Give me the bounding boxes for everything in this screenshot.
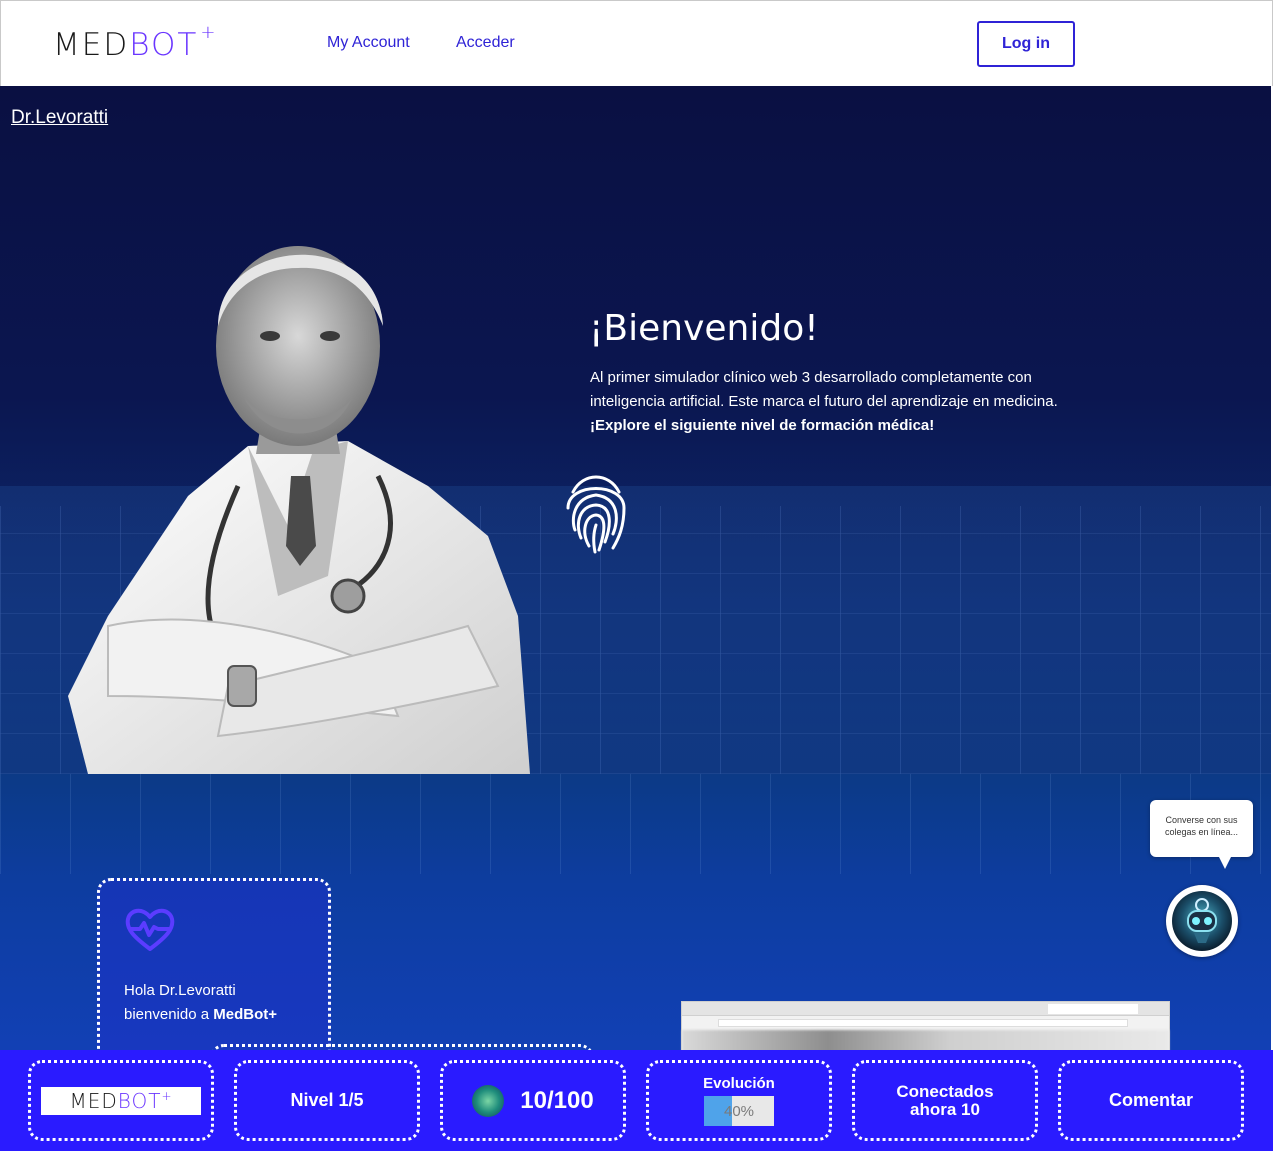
- hero-description-cta: ¡Explore el siguiente nivel de formación…: [590, 417, 935, 434]
- welcome-line-1: Hola Dr.Levoratti: [124, 982, 236, 999]
- bottom-status-bar: MED BOT + Nivel 1/5 10/100 Evolución 40% C…: [0, 1050, 1273, 1151]
- browser-tab: [1048, 1004, 1138, 1014]
- login-button[interactable]: Log in: [977, 21, 1075, 67]
- comment-label: Comentar: [1108, 1090, 1193, 1110]
- bottom-medbot-logo: MED BOT +: [41, 1086, 201, 1115]
- hero-description: Al primer simulador clínico web 3 desarr…: [590, 366, 1110, 438]
- connected-users-label: Conectados ahora 10: [896, 1081, 994, 1119]
- nav-my-account[interactable]: My Account: [327, 34, 410, 52]
- fingerprint-icon[interactable]: [563, 468, 629, 556]
- comment-button[interactable]: Comentar: [1058, 1060, 1244, 1141]
- welcome-message: Hola Dr.Levoratti bienvenido a MedBot+: [124, 979, 277, 1027]
- logo-text-med: MED: [53, 27, 130, 63]
- chat-bot-button[interactable]: [1166, 885, 1238, 957]
- level-label: Nivel 1/5: [290, 1090, 364, 1110]
- level-tile[interactable]: Nivel 1/5: [234, 1060, 420, 1141]
- hero-description-text: Al primer simulador clínico web 3 desarr…: [590, 369, 1058, 410]
- logo-text-bot: BOT: [129, 27, 199, 63]
- bottom-logo-tile[interactable]: MED BOT +: [28, 1060, 214, 1141]
- evolution-progress-bar: 40%: [704, 1096, 774, 1126]
- doctor-photo: [68, 246, 530, 774]
- top-navbar: MEDBOT + My Account Acceder Log in: [0, 0, 1273, 86]
- robot-avatar-icon: [1172, 891, 1232, 951]
- chat-tooltip: Converse con sus colegas en línea...: [1150, 800, 1253, 869]
- robot-face-icon: [1187, 898, 1217, 943]
- bottom-logo-med: MED: [69, 1088, 118, 1113]
- features-section: Hola Dr.Levoratti bienvenido a MedBot+: [0, 774, 1271, 1054]
- welcome-card: Hola Dr.Levoratti bienvenido a MedBot+: [97, 878, 331, 1054]
- hero-title: ¡Bienvenido!: [589, 308, 819, 349]
- score-value: 10/100: [520, 1086, 594, 1114]
- logo-plus: +: [200, 21, 218, 43]
- nav-acceder[interactable]: Acceder: [456, 34, 515, 52]
- bottom-logo-plus: +: [161, 1088, 173, 1103]
- welcome-brand: MedBot+: [213, 1006, 277, 1023]
- browser-preview-image: [681, 1001, 1170, 1054]
- welcome-line-2: bienvenido a: [124, 1006, 214, 1023]
- browser-tab-bar: [682, 1002, 1169, 1016]
- user-profile-link[interactable]: Dr.Levoratti: [11, 107, 108, 129]
- browser-address-bar: [682, 1016, 1169, 1030]
- evolution-label: Evolución: [703, 1075, 775, 1092]
- connected-users-tile[interactable]: Conectados ahora 10: [852, 1060, 1038, 1141]
- bottom-logo-bot: BOT: [117, 1088, 162, 1113]
- score-badge-icon: [472, 1084, 505, 1117]
- medbot-logo[interactable]: MEDBOT +: [53, 22, 217, 63]
- evolution-percent: 40%: [723, 1102, 755, 1120]
- features-background-grid: [0, 774, 1271, 874]
- evolution-widget: Evolución 40%: [703, 1075, 775, 1126]
- hero-section: Dr.Levoratti ¡Bienvenido! Al primer simu…: [0, 86, 1271, 774]
- heart-pulse-icon: [125, 908, 175, 951]
- evolution-tile[interactable]: Evolución 40%: [646, 1060, 832, 1141]
- score-tile[interactable]: 10/100: [440, 1060, 626, 1141]
- browser-url-field: [718, 1019, 1128, 1027]
